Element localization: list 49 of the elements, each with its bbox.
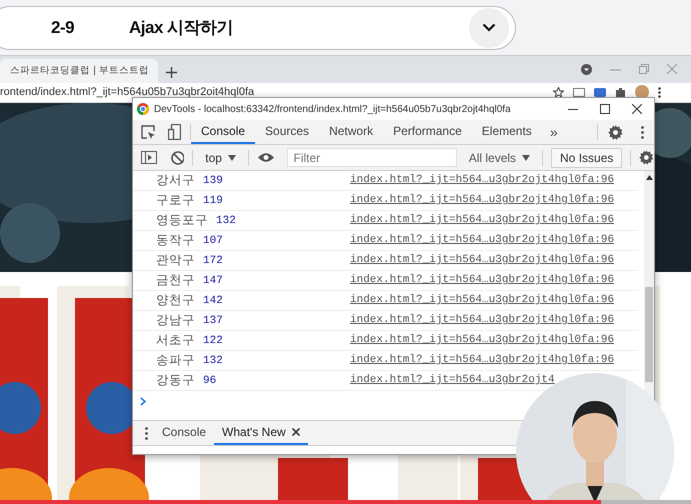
star-icon[interactable]	[553, 86, 564, 98]
settings-icon[interactable]	[608, 124, 623, 140]
district-name: 영등포구	[156, 212, 208, 229]
caret-icon	[522, 154, 530, 160]
browser-tab[interactable]: 스파르타코딩클럽 | 부트스트럽	[0, 58, 158, 83]
window-title: DevTools - localhost:63342/frontend/index.html?_ijt=h564u05b7u3qbr2ojt4hql0fa	[154, 104, 512, 114]
count-value: 119	[203, 194, 223, 206]
menu-icon[interactable]	[658, 86, 661, 98]
devtools-tab[interactable]: Sources	[255, 120, 320, 144]
district-name: 관악구	[156, 252, 195, 269]
menu-icon[interactable]	[641, 126, 644, 138]
settings-icon[interactable]	[639, 150, 654, 165]
new-tab-icon[interactable]	[166, 66, 177, 78]
devtools-tab[interactable]: Elements	[472, 120, 542, 144]
source-link[interactable]: index.html?_ijt=h564…u3gbr2ojt4hgl0fa:96	[350, 214, 614, 227]
more-tabs-button[interactable]: »	[542, 120, 566, 144]
lesson-number: 2-9	[51, 18, 76, 38]
browser-logo-icon	[137, 103, 149, 115]
device-icon[interactable]	[168, 124, 181, 140]
count-value: 107	[203, 234, 223, 246]
log-levels-dropdown[interactable]: All levels	[464, 150, 534, 164]
scroll-up-icon[interactable]	[646, 175, 652, 180]
source-link[interactable]: index.html?_ijt=h564…u3gbr2ojt4hgl0fa:96	[350, 174, 614, 187]
source-link[interactable]: index.html?_ijt=h564…u3gbr2ojt4hgl0fa:96	[350, 234, 614, 247]
count-value: 132	[216, 214, 236, 226]
source-link[interactable]: index.html?_ijt=h564…u3gbr2ojt4hgl0fa:96	[350, 254, 614, 267]
avatar-icon[interactable]	[635, 85, 649, 100]
eye-icon[interactable]	[256, 152, 274, 163]
count-value: 139	[203, 174, 223, 186]
source-link[interactable]: index.html?_ijt=h564…u3gbr2ojt4hgl0fa:96	[350, 194, 614, 207]
count-value: 172	[203, 254, 223, 266]
inspect-icon[interactable]	[141, 124, 156, 140]
district-name: 동작구	[156, 232, 195, 249]
filter-field[interactable]: Filter	[286, 148, 457, 167]
address-text[interactable]: rontend/index.html?_ijt=h564u05b7u3qbr2oit4hql0fa	[0, 86, 553, 98]
devtools-tab[interactable]: Performance	[383, 120, 472, 144]
close-icon[interactable]	[632, 104, 642, 114]
caret-icon	[228, 154, 236, 160]
issues-button[interactable]: No Issues	[551, 148, 622, 168]
lesson-dropdown-button[interactable]	[469, 8, 509, 48]
devtools-tab[interactable]: Network	[319, 120, 384, 144]
sidebar-icon[interactable]	[141, 151, 157, 164]
district-name: 구로구	[156, 192, 195, 209]
maximize-icon[interactable]	[600, 104, 610, 114]
clear-console-icon[interactable]	[170, 150, 184, 164]
lesson-title: Ajax 시작하기	[129, 17, 234, 39]
chevron-down-icon	[482, 23, 496, 32]
district-name: 강서구	[156, 172, 195, 189]
context-dropdown[interactable]: top	[201, 150, 240, 164]
